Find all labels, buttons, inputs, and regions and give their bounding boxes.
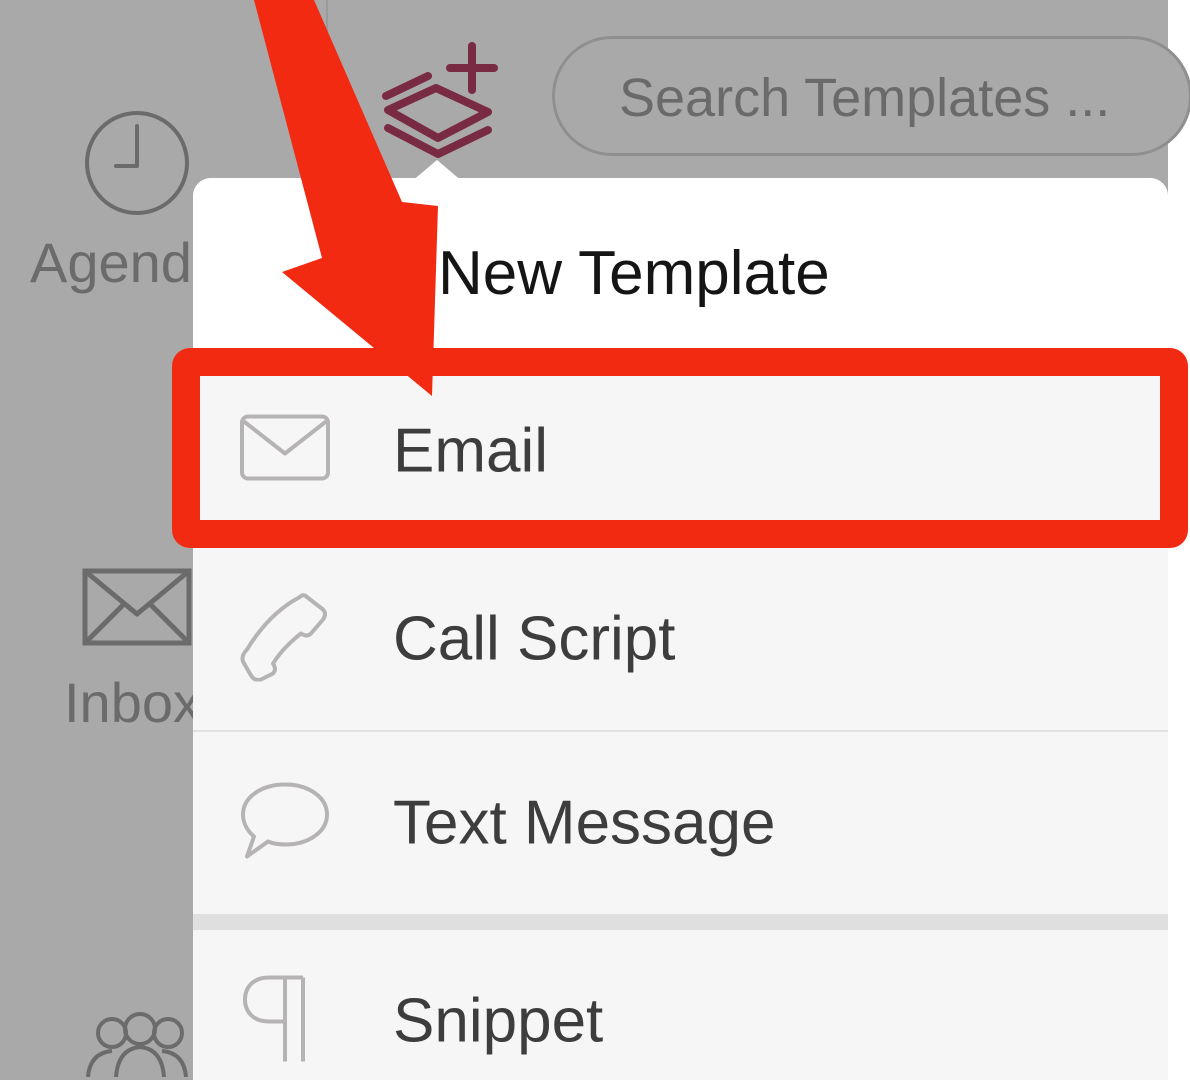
search-input[interactable] (617, 59, 1181, 137)
section-divider (193, 914, 1168, 930)
clock-icon (82, 108, 192, 223)
people-icon (82, 1011, 192, 1080)
new-template-button[interactable] (376, 40, 506, 160)
speech-bubble-icon (239, 781, 331, 866)
menu-item-label: Snippet (393, 986, 604, 1056)
menu-item-label: Text Message (393, 788, 776, 858)
envelope-icon (82, 568, 192, 653)
sidebar-item-label: Inbox (64, 671, 201, 734)
new-template-popover: New Template Email Call Script Text Mess… (193, 178, 1168, 1080)
menu-item-email[interactable]: Email (193, 360, 1168, 542)
popover-title: New Template (438, 239, 830, 308)
menu-item-label: Email (393, 416, 549, 486)
menu-item-call-script[interactable]: Call Script (193, 548, 1168, 730)
search-templates-field[interactable] (552, 36, 1190, 156)
pilcrow-icon (239, 974, 319, 1069)
menu-item-snippet[interactable]: Snippet (193, 930, 1168, 1080)
menu-item-text-message[interactable]: Text Message (193, 732, 1168, 914)
window-edge (1168, 0, 1190, 1080)
layers-plus-icon (382, 42, 498, 158)
menu-item-label: Call Script (393, 604, 676, 674)
popover-header: New Template (193, 178, 1168, 368)
phone-icon (239, 592, 329, 687)
envelope-icon (239, 414, 331, 489)
app-window: Agenda Inbox Search Templates ... New Te… (0, 0, 1190, 1080)
